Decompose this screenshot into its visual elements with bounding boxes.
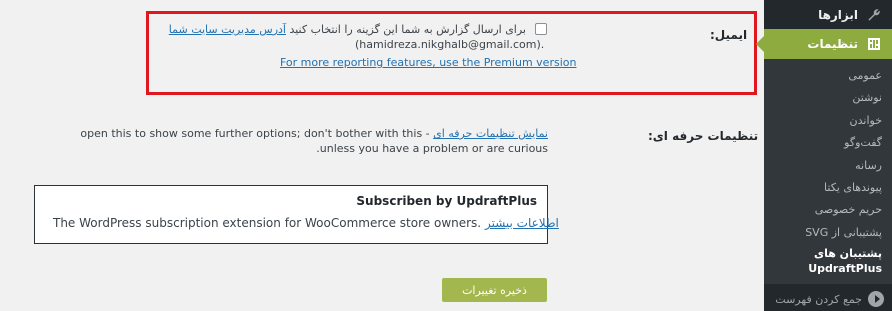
promo-body: The WordPress subscription extension for… — [53, 216, 559, 230]
sidebar-item-tools[interactable]: ابزارها — [764, 1, 892, 29]
premium-version-link[interactable]: For more reporting features, use the Pre… — [280, 56, 576, 69]
submenu-item-general[interactable]: عمومی — [764, 65, 892, 87]
collapse-menu-label: جمع کردن فهرست — [775, 292, 862, 306]
updraftplus-promo-box: Subscriben by UpdraftPlus The WordPress … — [34, 185, 559, 244]
promo-description: The WordPress subscription extension for… — [53, 216, 482, 230]
collapse-arrow-icon — [868, 291, 884, 308]
current-menu-arrow — [756, 36, 764, 52]
sidebar-item-settings[interactable]: تنظیمات — [756, 29, 892, 59]
sidebar-item-label: ابزارها — [818, 8, 858, 22]
sidebar-item-label: تنظیمات — [807, 37, 858, 51]
admin-email-address: (hamidreza.nikghalb@gmail.com). — [355, 38, 545, 51]
admin-sidebar: ابزارها تنظیمات عمومی نوشتن خواندن گفت‌و… — [756, 0, 892, 311]
submenu-item-writing[interactable]: نوشتن — [764, 87, 892, 109]
wrench-icon — [864, 8, 884, 22]
submenu-item-updraftplus[interactable]: پشتیبان های UpdraftPlus — [764, 244, 892, 278]
expert-settings-description: نمایش تنظیمات حرفه ای - open this to sho… — [58, 126, 548, 156]
show-expert-settings-link[interactable]: نمایش تنظیمات حرفه ای — [433, 127, 548, 140]
submenu-item-reading[interactable]: خواندن — [764, 110, 892, 132]
promo-title: Subscriben by UpdraftPlus — [356, 194, 537, 208]
submenu-item-permalinks[interactable]: پیوندهای یکتا — [764, 177, 892, 199]
settings-content: ایمیل: برای ارسال گزارش به شما این گزینه… — [0, 0, 764, 311]
email-option-text: برای ارسال گزارش به شما این گزینه را انت… — [169, 23, 526, 36]
promo-more-info-link[interactable]: اطلاعات بیشتر — [485, 216, 559, 230]
settings-submenu: عمومی نوشتن خواندن گفت‌وگو رسانه پیوندها… — [764, 59, 892, 285]
submenu-item-privacy[interactable]: حریم خصوصی — [764, 199, 892, 221]
site-admin-address-link[interactable]: آدرس مدیریت سایت شما — [169, 23, 286, 36]
collapse-menu-button[interactable]: جمع کردن فهرست — [764, 284, 892, 311]
email-report-checkbox[interactable] — [535, 23, 547, 35]
email-option-label: برای ارسال گزارش به شما این گزینه را انت… — [289, 23, 526, 36]
email-label: ایمیل: — [710, 28, 748, 42]
save-changes-button[interactable]: ذخیره تغییرات — [442, 278, 547, 302]
submenu-item-media[interactable]: رسانه — [764, 155, 892, 177]
submenu-item-discussion[interactable]: گفت‌وگو — [764, 132, 892, 154]
settings-sliders-icon — [864, 37, 884, 51]
expert-settings-label: تنظیمات حرفه ای: — [648, 129, 759, 143]
submenu-item-svg-support[interactable]: پشتیبانی از SVG — [764, 222, 892, 244]
